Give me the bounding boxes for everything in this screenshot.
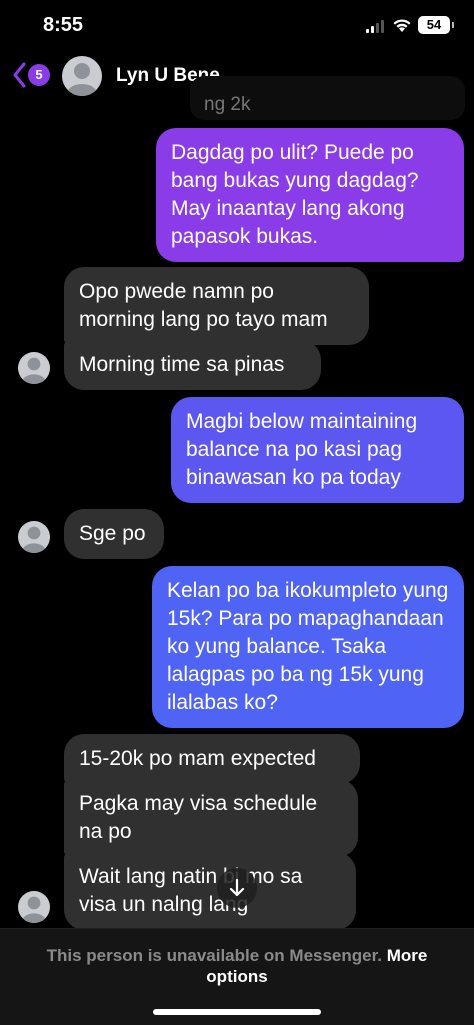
status-bar: 8:55 54: [0, 0, 474, 52]
sender-avatar: [18, 891, 50, 923]
unread-count-badge[interactable]: 5: [28, 64, 50, 86]
message-incoming[interactable]: Wait lang natin bi mo sa visa un nalng l…: [64, 852, 356, 930]
message-incoming[interactable]: Morning time sa pinas: [64, 340, 321, 390]
quoted-message-fragment: ng 2k: [190, 76, 465, 120]
message-outgoing[interactable]: Kelan po ba ikokumpleto yung 15k? Para p…: [152, 566, 464, 728]
message-outgoing[interactable]: Dagdag po ulit? Puede po bang bukas yung…: [156, 128, 464, 262]
home-indicator[interactable]: [153, 1009, 321, 1015]
message-incoming[interactable]: 15-20k po mam expected: [64, 734, 360, 784]
avatar-icon: [22, 357, 46, 384]
message-outgoing[interactable]: Magbi below maintaining balance na po ka…: [171, 397, 464, 503]
status-time: 8:55: [43, 14, 84, 36]
message-incoming[interactable]: Opo pwede namn po morning lang po tayo m…: [64, 267, 369, 345]
avatar-icon: [22, 896, 46, 923]
avatar-icon: [22, 526, 46, 553]
back-chevron-icon[interactable]: [12, 62, 26, 88]
sender-avatar: [18, 521, 50, 553]
wifi-icon: [393, 19, 411, 32]
scroll-to-bottom-button[interactable]: [217, 868, 257, 908]
unavailable-notice: This person is unavailable on Messenger.: [46, 946, 383, 965]
avatar-icon: [67, 63, 97, 96]
unavailable-footer: This person is unavailable on Messenger.…: [0, 928, 474, 1025]
scroll-down-arrow-icon: [229, 878, 245, 897]
message-incoming[interactable]: Sge po: [64, 509, 164, 559]
contact-avatar[interactable]: [62, 56, 102, 96]
battery-icon: 54: [418, 16, 454, 34]
message-incoming[interactable]: Pagka may visa schedule na po: [64, 779, 358, 857]
footer-notice: This person is unavailable on Messenger.…: [20, 945, 454, 987]
sender-avatar: [18, 352, 50, 384]
signal-icon: [366, 20, 384, 33]
